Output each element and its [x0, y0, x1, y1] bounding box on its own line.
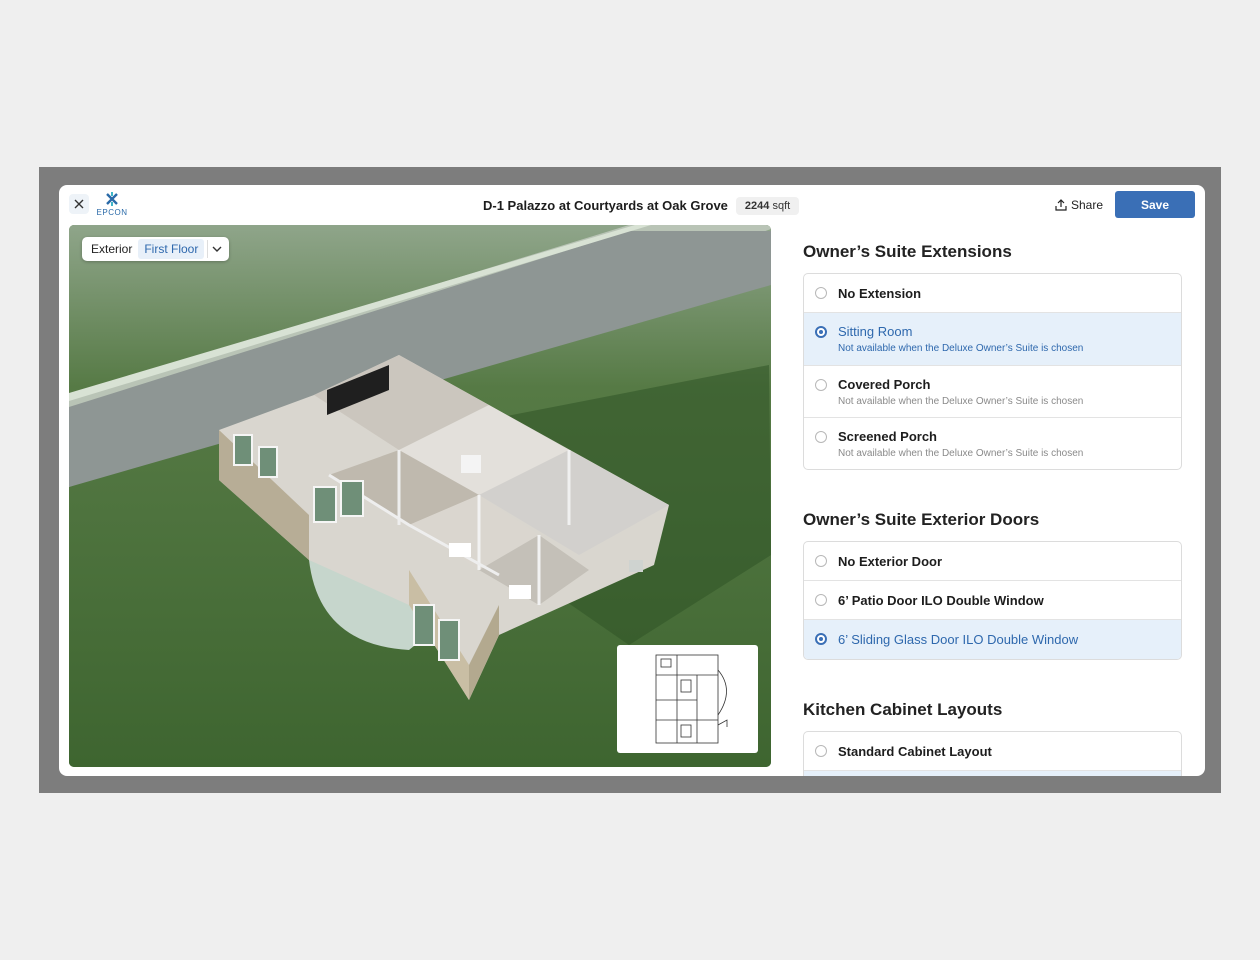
sqft-value: 2244 [744, 199, 770, 212]
modal-header: EPCON D-1 Palazzo at Courtyards at Oak G… [59, 185, 1205, 225]
options-exterior-doors: No Exterior Door 6’ Patio Door ILO Doubl… [803, 541, 1182, 660]
floorplan-thumbnail [655, 654, 728, 744]
option-no-exterior-door[interactable]: No Exterior Door [804, 542, 1181, 581]
option-note: Not available when the Deluxe Owner’s Su… [838, 396, 1084, 407]
share-icon [1055, 199, 1067, 211]
exterior-option[interactable]: Exterior [91, 242, 132, 256]
option-label: No Extension [838, 286, 922, 301]
radio-button-selected[interactable] [815, 326, 827, 338]
epcon-logo: EPCON [95, 191, 129, 219]
radio-button[interactable] [815, 594, 827, 606]
chevron-down-icon [212, 246, 222, 252]
option-screened-porch[interactable]: Screened Porch Not available when the De… [804, 418, 1181, 469]
option-no-extension[interactable]: No Extension [804, 274, 1181, 313]
option-label: 6’ Sliding Glass Door ILO Double Window [838, 632, 1079, 647]
radio-button[interactable] [815, 745, 827, 757]
page-title: D-1 Palazzo at Courtyards at Oak Grove [483, 198, 728, 213]
section-title-suite-extensions: Owner’s Suite Extensions [803, 242, 1012, 261]
radio-button[interactable] [815, 379, 827, 391]
title-group: D-1 Palazzo at Courtyards at Oak Grove 2… [483, 195, 800, 216]
option-note: Not available when the Deluxe Owner’s Su… [838, 448, 1084, 459]
option-sitting-room[interactable]: Sitting Room Not available when the Delu… [804, 313, 1181, 366]
floor-dropdown[interactable] [207, 240, 225, 258]
view-toggle[interactable]: Exterior First Floor [82, 237, 230, 261]
radio-button-selected[interactable] [815, 633, 827, 645]
sqft-unit: sqft [772, 199, 791, 212]
option-label: 6’ Patio Door ILO Double Window [838, 593, 1044, 608]
section-title-exterior-doors: Owner’s Suite Exterior Doors [803, 510, 1040, 529]
option-label: Screened Porch [838, 429, 937, 444]
share-label: Share [1071, 198, 1104, 212]
3d-floorplan-viewer[interactable]: Exterior First Floor [69, 225, 771, 767]
radio-button[interactable] [815, 555, 827, 567]
option-covered-porch[interactable]: Covered Porch Not available when the Del… [804, 366, 1181, 418]
option-patio-door[interactable]: 6’ Patio Door ILO Double Window [804, 581, 1181, 620]
radio-button[interactable] [815, 431, 827, 443]
option-label: Sitting Room [838, 324, 913, 339]
option-label: Standard Cabinet Layout [838, 744, 992, 759]
section-title-kitchen-cabinets: Kitchen Cabinet Layouts [803, 700, 1003, 719]
options-kitchen-cabinets: Standard Cabinet Layout [803, 731, 1182, 776]
radio-button[interactable] [815, 287, 827, 299]
option-standard-cabinet-layout[interactable]: Standard Cabinet Layout [804, 732, 1181, 771]
first-floor-option[interactable]: First Floor [138, 239, 205, 259]
sqft-badge: 2244 sqft [735, 196, 800, 215]
home-configurator-modal: EPCON D-1 Palazzo at Courtyards at Oak G… [59, 185, 1205, 776]
options-suite-extensions: No Extension Sitting Room Not available … [803, 273, 1182, 470]
option-label: No Exterior Door [838, 554, 943, 569]
close-icon [74, 199, 84, 209]
option-note: Not available when the Deluxe Owner’s Su… [838, 343, 1084, 354]
logo-text: EPCON [96, 208, 128, 217]
save-button[interactable]: Save [1115, 191, 1195, 218]
share-button[interactable]: Share [1055, 196, 1103, 214]
close-button[interactable] [69, 194, 89, 214]
floorplan-minimap[interactable] [617, 645, 758, 753]
option-sliding-glass-door[interactable]: 6’ Sliding Glass Door ILO Double Window [804, 620, 1181, 659]
option-label: Covered Porch [838, 377, 931, 392]
logo-mark-icon [106, 192, 118, 206]
option-next-partial[interactable] [804, 771, 1181, 776]
options-panel: Owner’s Suite Extensions No Extension Si… [803, 225, 1183, 776]
